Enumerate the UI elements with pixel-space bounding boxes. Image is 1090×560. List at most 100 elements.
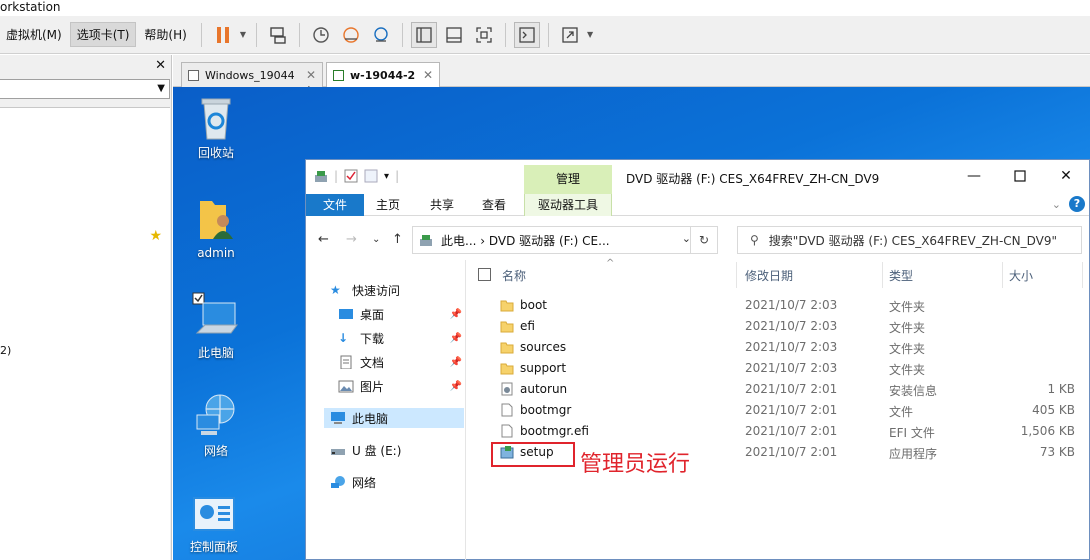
nav-item-usb-drive[interactable]: U 盘 (E:) (330, 440, 466, 460)
ribbon-right-controls: ⌄ ? (1052, 196, 1085, 212)
file-row-boot[interactable]: boot 2021/10/7 2:03 文件夹 (466, 295, 1090, 316)
nav-item-network[interactable]: 网络 (330, 472, 466, 492)
pause-icon[interactable] (210, 22, 236, 48)
recent-locations-icon[interactable]: ⌄ (372, 234, 380, 245)
send-keys-icon[interactable] (265, 22, 291, 48)
context-tab-manage[interactable]: 管理 (524, 165, 612, 194)
thumbnail-bar-icon[interactable] (441, 22, 467, 48)
tab-drive-tools[interactable]: 驱动器工具 (524, 194, 612, 216)
new-folder-icon[interactable] (364, 169, 378, 183)
nav-label: 快速访问 (352, 283, 401, 298)
window-controls: — ✕ (951, 160, 1089, 192)
desktop-icon-control-panel[interactable]: 控制面板 (179, 495, 249, 555)
folder-icon (500, 321, 514, 333)
back-icon[interactable]: ← (318, 232, 329, 247)
file-row-bootmgr-efi[interactable]: bootmgr.efi 2021/10/7 2:01 EFI 文件 1,506 … (466, 421, 1090, 442)
pin-icon[interactable]: 📌 (450, 309, 462, 320)
properties-icon[interactable] (344, 169, 358, 183)
desktop-icon-recycle-bin[interactable]: 回收站 (181, 95, 251, 161)
chevron-down-icon[interactable]: ▾ (384, 171, 389, 182)
nav-item-downloads[interactable]: ↓ 下载 📌 (338, 328, 466, 348)
stretch-icon[interactable] (557, 22, 583, 48)
file-date: 2021/10/7 2:01 (745, 403, 838, 417)
console-icon[interactable] (513, 21, 540, 48)
tab-home[interactable]: 主页 (370, 194, 406, 216)
close-icon[interactable]: ✕ (1043, 160, 1089, 192)
column-separator[interactable] (882, 262, 883, 288)
revert-snapshot-icon[interactable] (338, 22, 364, 48)
chevron-down-icon[interactable]: ▼ (157, 83, 165, 94)
menu-tabs[interactable]: 选项卡(T) (69, 22, 137, 47)
navigation-pane: ★ 快速访问 桌面 📌 ↓ 下载 📌 文档 📌 图片 📌 此电脑 U 盘 (E:… (306, 260, 466, 560)
nav-item-documents[interactable]: 文档 📌 (338, 352, 466, 372)
pin-icon[interactable]: 📌 (450, 333, 462, 344)
file-type: 文件夹 (889, 342, 926, 356)
nav-label: 桌面 (360, 307, 385, 322)
file-name: support (520, 361, 567, 375)
desktop-icon-this-pc[interactable]: 此电脑 (181, 291, 251, 361)
nav-label: 文档 (360, 355, 385, 370)
nav-item-pictures[interactable]: 图片 📌 (338, 376, 466, 396)
desktop-icon (339, 309, 353, 319)
file-date: 2021/10/7 2:01 (745, 382, 838, 396)
column-separator[interactable] (1082, 262, 1083, 288)
minimize-icon[interactable]: — (951, 160, 997, 192)
close-icon[interactable]: ✕ (423, 68, 433, 82)
column-header-name[interactable]: 名称 (502, 260, 526, 290)
vm-tab-bar: Windows_19044 ✕ w-19044-2 ✕ (173, 55, 1090, 87)
column-header-size[interactable]: 大小 (1009, 260, 1033, 290)
file-row-autorun[interactable]: autorun 2021/10/7 2:01 安装信息 1 KB (466, 379, 1090, 400)
help-icon[interactable]: ? (1069, 196, 1085, 212)
snapshot-icon[interactable] (308, 22, 334, 48)
nav-item-quick-access[interactable]: ★ 快速访问 (330, 280, 466, 300)
column-separator[interactable] (1002, 262, 1003, 288)
tab-view[interactable]: 查看 (476, 194, 512, 216)
maximize-icon[interactable] (997, 160, 1043, 192)
tab-windows-19044[interactable]: Windows_19044 ✕ (181, 62, 323, 87)
library-search-combo[interactable]: ▼ (0, 79, 170, 99)
nav-item-desktop[interactable]: 桌面 📌 (338, 304, 466, 324)
star-icon: ★ (330, 283, 341, 297)
up-icon[interactable]: ↑ (392, 232, 403, 247)
file-name: bootmgr.efi (520, 424, 589, 438)
file-row-sources[interactable]: sources 2021/10/7 2:03 文件夹 (466, 337, 1090, 358)
expand-ribbon-icon[interactable]: ⌄ (1052, 198, 1061, 211)
show-library-icon[interactable] (410, 21, 437, 48)
fullscreen-icon[interactable] (471, 22, 497, 48)
desktop-icon-label: admin (197, 246, 235, 260)
window-title: DVD 驱动器 (F:) CES_X64FREV_ZH-CN_DV9 (626, 172, 880, 186)
select-all-checkbox[interactable] (478, 268, 491, 281)
tab-file[interactable]: 文件 (306, 194, 364, 216)
column-header-date[interactable]: 修改日期 (745, 260, 793, 290)
close-icon[interactable]: ✕ (306, 68, 316, 82)
menu-vm[interactable]: 虚拟机(M) (0, 23, 68, 46)
nav-item-this-pc[interactable]: 此电脑 (324, 408, 464, 428)
toolbar-separator (298, 22, 300, 47)
toolbar-separator (504, 22, 506, 47)
menu-help[interactable]: 帮助(H) (138, 23, 192, 46)
tab-w-19044-2[interactable]: w-19044-2 ✕ (326, 62, 440, 87)
pin-icon[interactable]: 📌 (450, 357, 462, 368)
tab-share[interactable]: 共享 (424, 194, 460, 216)
close-icon[interactable]: ✕ (155, 58, 166, 73)
column-separator[interactable] (736, 262, 737, 288)
column-header-type[interactable]: 类型 (889, 260, 913, 290)
desktop-icon-admin[interactable]: admin (181, 195, 251, 260)
file-name: bootmgr (520, 403, 572, 417)
library-tree[interactable]: ★ 2) (0, 107, 170, 560)
refresh-icon[interactable]: ↻ (690, 226, 718, 254)
library-item-fragment[interactable]: 2) (0, 344, 11, 357)
address-bar[interactable]: 此电... › DVD 驱动器 (F:) CE... ⌄ ↻ (412, 226, 718, 254)
pin-icon[interactable]: 📌 (450, 381, 462, 392)
desktop-icon-network[interactable]: 网络 (181, 391, 251, 459)
chevron-down-icon[interactable]: ▼ (587, 30, 593, 39)
highlight-box-setup (491, 442, 575, 467)
search-box[interactable]: ⚲ 搜索"DVD 驱动器 (F:) CES_X64FREV_ZH-CN_DV9" (737, 226, 1082, 254)
snapshot-manager-icon[interactable] (368, 22, 394, 48)
forward-icon[interactable]: → (346, 232, 357, 247)
file-row-support[interactable]: support 2021/10/7 2:03 文件夹 (466, 358, 1090, 379)
chevron-down-icon[interactable]: ▼ (240, 30, 246, 39)
file-row-efi[interactable]: efi 2021/10/7 2:03 文件夹 (466, 316, 1090, 337)
file-type: 文件夹 (889, 321, 926, 335)
file-row-bootmgr[interactable]: bootmgr 2021/10/7 2:01 文件 405 KB (466, 400, 1090, 421)
